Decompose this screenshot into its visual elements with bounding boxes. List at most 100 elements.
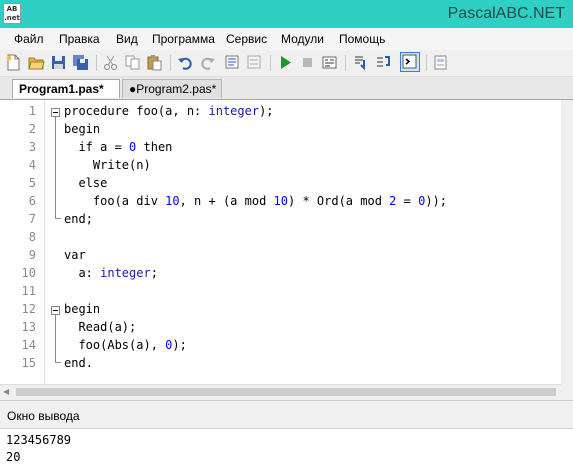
code-line: end. <box>64 356 93 370</box>
scroll-thumb[interactable] <box>16 388 556 396</box>
line-number: 7 <box>28 212 36 226</box>
menu-edit[interactable]: Правка <box>59 32 100 46</box>
code-token: div <box>136 194 166 208</box>
stop-icon[interactable] <box>299 54 316 71</box>
code-token: then <box>143 140 173 154</box>
code-line: begin <box>64 122 100 136</box>
open-icon[interactable] <box>28 54 45 71</box>
fold-guide <box>55 315 56 362</box>
line-number: 13 <box>21 320 36 334</box>
code-line: Read(a); <box>64 320 136 334</box>
code-line: foo(a div 10, n + (a mod 10) * Ord(a mod… <box>64 194 447 208</box>
toolbar-separator <box>345 55 346 71</box>
output-panel-header: Окно вывода <box>0 400 573 429</box>
form-icon[interactable] <box>432 54 449 71</box>
window-title: PascalABC.NET <box>447 5 565 22</box>
code-token: var <box>64 248 86 262</box>
line-number: 2 <box>28 122 36 136</box>
compile-icon[interactable] <box>321 54 338 71</box>
scroll-left-icon[interactable]: ◀ <box>3 387 9 396</box>
code-token: integer <box>100 266 151 280</box>
output-window-icon[interactable] <box>400 52 420 72</box>
line-number: 5 <box>28 176 36 190</box>
toolbar-separator <box>96 55 97 71</box>
editor-tabs: Program1.pas* ●Program2.pas* <box>0 77 573 100</box>
code-token: procedure <box>64 104 137 118</box>
line-number: 8 <box>28 230 36 244</box>
code-token: )); <box>425 194 447 208</box>
code-token: ); <box>259 104 274 118</box>
code-token: 10 <box>273 194 288 208</box>
app-icon-text: AB <box>6 5 18 13</box>
fold-toggle-main[interactable] <box>51 306 60 315</box>
menu-view[interactable]: Вид <box>116 32 138 46</box>
save-icon[interactable] <box>50 54 67 71</box>
line-number: 9 <box>28 248 36 262</box>
cut-icon[interactable] <box>102 54 119 71</box>
code-token: end <box>64 212 86 226</box>
menu-service[interactable]: Сервис <box>226 32 267 46</box>
code-token: else <box>78 176 108 190</box>
fold-toggle-procedure[interactable] <box>51 108 60 117</box>
code-token: begin <box>64 122 101 136</box>
code-token: = <box>396 194 419 208</box>
code-editor[interactable]: 1 2 3 4 5 6 7 8 9 10 11 12 13 14 15 procedure foo(a, n… <box>0 100 561 384</box>
menu-modules[interactable]: Модули <box>281 32 324 46</box>
code-token: if <box>78 140 101 154</box>
code-token: integer <box>208 104 260 118</box>
code-line: a: integer; <box>64 266 158 280</box>
output-line: 20 <box>6 450 21 464</box>
code-token: ); <box>172 338 187 352</box>
new-file-icon[interactable] <box>5 54 22 71</box>
code-token: foo(a, n: <box>136 104 209 118</box>
code-token: mod <box>244 194 274 208</box>
menu-help[interactable]: Помощь <box>339 32 385 46</box>
line-number: 15 <box>21 356 36 370</box>
code-token: 0 <box>129 140 144 154</box>
line-number: 14 <box>21 338 36 352</box>
line-number: 1 <box>28 104 36 118</box>
step-into-icon[interactable] <box>352 54 369 71</box>
code-token: a = <box>100 140 130 154</box>
line-number: 4 <box>28 158 36 172</box>
fold-end-marker <box>55 362 61 363</box>
step-over-icon[interactable] <box>374 54 391 71</box>
line-number: 6 <box>28 194 36 208</box>
tab-program1[interactable]: Program1.pas* <box>12 79 120 98</box>
copy-icon[interactable] <box>124 54 141 71</box>
code-line: Write(n) <box>64 158 151 172</box>
fold-guide <box>55 117 56 218</box>
code-line: procedure foo(a, n: integer); <box>64 104 274 118</box>
app-icon[interactable]: AB .net <box>3 3 21 24</box>
code-token: foo(a <box>64 194 137 208</box>
toolbar-separator <box>426 55 427 71</box>
redo-icon[interactable] <box>199 54 216 71</box>
save-all-icon[interactable] <box>72 54 89 71</box>
find-icon[interactable] <box>224 54 241 71</box>
line-number: 10 <box>21 266 36 280</box>
toolbar-separator <box>270 55 271 71</box>
menu-program[interactable]: Программа <box>152 32 215 46</box>
code-token: . <box>85 356 93 370</box>
output-panel[interactable]: 123456789 20 <box>0 428 573 470</box>
run-icon[interactable] <box>277 54 294 71</box>
toolbar <box>0 50 573 77</box>
code-token: ; <box>85 212 93 226</box>
app-icon-subtext: .net <box>4 14 20 22</box>
code-token: ; <box>150 266 158 280</box>
vertical-scrollbar[interactable] <box>561 100 573 384</box>
code-line: foo(Abs(a), 0); <box>64 338 187 352</box>
find-replace-icon[interactable] <box>246 54 263 71</box>
code-token: end <box>64 356 86 370</box>
code-token: begin <box>64 302 101 316</box>
tab-program2[interactable]: ●Program2.pas* <box>122 79 222 98</box>
code-token: , n + (a <box>179 194 245 208</box>
menu-file[interactable]: Файл <box>14 32 44 46</box>
line-number: 11 <box>21 284 36 298</box>
paste-icon[interactable] <box>146 54 163 71</box>
undo-icon[interactable] <box>177 54 194 71</box>
code-line: begin <box>64 302 100 316</box>
line-number: 3 <box>28 140 36 154</box>
code-token: mod <box>360 194 390 208</box>
horizontal-scrollbar[interactable]: ◀ <box>0 384 561 399</box>
